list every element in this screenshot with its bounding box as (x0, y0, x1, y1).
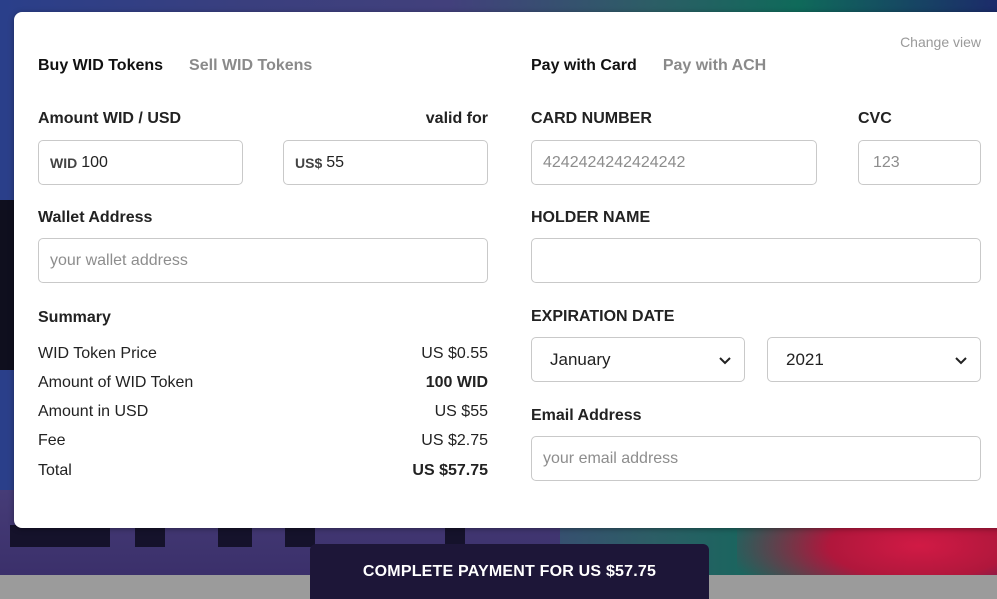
wid-prefix: WID (50, 154, 78, 171)
background-shape (285, 525, 315, 547)
cvc-field[interactable] (858, 140, 981, 185)
background-shape (135, 525, 165, 547)
tab-sell-wid[interactable]: Sell WID Tokens (189, 57, 312, 75)
summary-label: Amount in USD (38, 403, 149, 420)
summary-row: Total US $57.75 (38, 462, 488, 480)
usd-prefix: US$ (295, 154, 323, 171)
tab-buy-wid[interactable]: Buy WID Tokens (38, 57, 163, 75)
summary-label: Amount of WID Token (38, 374, 194, 391)
summary-value: US $0.55 (421, 345, 488, 362)
wid-amount-field[interactable]: WID (38, 140, 243, 185)
month-select-value: January (550, 349, 611, 369)
summary-value: US $57.75 (412, 462, 488, 479)
summary-label: WID Token Price (38, 345, 157, 362)
card-number-field[interactable] (531, 140, 817, 185)
complete-payment-button[interactable]: COMPLETE PAYMENT FOR US $57.75 (310, 544, 709, 599)
background-shape (10, 525, 110, 547)
email-address-label: Email Address (531, 407, 642, 424)
card-number-input[interactable] (543, 153, 816, 172)
wallet-address-field[interactable] (38, 238, 488, 283)
wallet-address-input[interactable] (50, 251, 487, 270)
summary-title: Summary (38, 309, 111, 326)
summary-row: Fee US $2.75 (38, 432, 488, 450)
summary-label: Fee (38, 432, 66, 449)
holder-name-input[interactable] (543, 251, 980, 270)
summary-row: Amount in USD US $55 (38, 403, 488, 421)
wallet-address-label: Wallet Address (38, 209, 153, 226)
summary-value: 100 WID (425, 374, 488, 391)
tab-pay-with-card[interactable]: Pay with Card (531, 57, 637, 75)
pay-tabs: Pay with Card Pay with ACH (531, 57, 766, 75)
expiration-date-label: EXPIRATION DATE (531, 308, 675, 325)
cvc-label: CVC (858, 110, 892, 127)
email-address-field[interactable] (531, 436, 981, 481)
summary-value: US $55 (434, 403, 488, 420)
summary-row: Amount of WID Token 100 WID (38, 374, 488, 392)
change-view-link[interactable]: Change view (900, 34, 981, 50)
holder-name-field[interactable] (531, 238, 981, 283)
amount-label: Amount WID / USD (38, 110, 182, 127)
summary-value: US $2.75 (421, 432, 488, 449)
chevron-down-icon (719, 356, 731, 364)
valid-for-label: valid for (425, 110, 488, 127)
email-address-input[interactable] (543, 449, 980, 468)
tab-pay-with-ach[interactable]: Pay with ACH (663, 57, 766, 75)
card-number-label: CARD NUMBER (531, 110, 652, 127)
summary-row: WID Token Price US $0.55 (38, 345, 488, 363)
cvc-input[interactable] (873, 153, 980, 172)
wid-amount-input[interactable] (81, 153, 242, 172)
background-shape (218, 525, 252, 547)
payment-modal: Change view Buy WID Tokens Sell WID Toke… (14, 12, 997, 528)
year-select[interactable]: 2021 (767, 337, 981, 382)
year-select-value: 2021 (786, 349, 824, 369)
background-shape (0, 200, 14, 370)
usd-amount-input[interactable] (326, 153, 487, 172)
chevron-down-icon (955, 356, 967, 364)
buy-tabs: Buy WID Tokens Sell WID Tokens (38, 57, 312, 75)
summary-label: Total (38, 462, 72, 479)
month-select[interactable]: January (531, 337, 745, 382)
usd-amount-field[interactable]: US$ (283, 140, 488, 185)
holder-name-label: HOLDER NAME (531, 209, 651, 226)
